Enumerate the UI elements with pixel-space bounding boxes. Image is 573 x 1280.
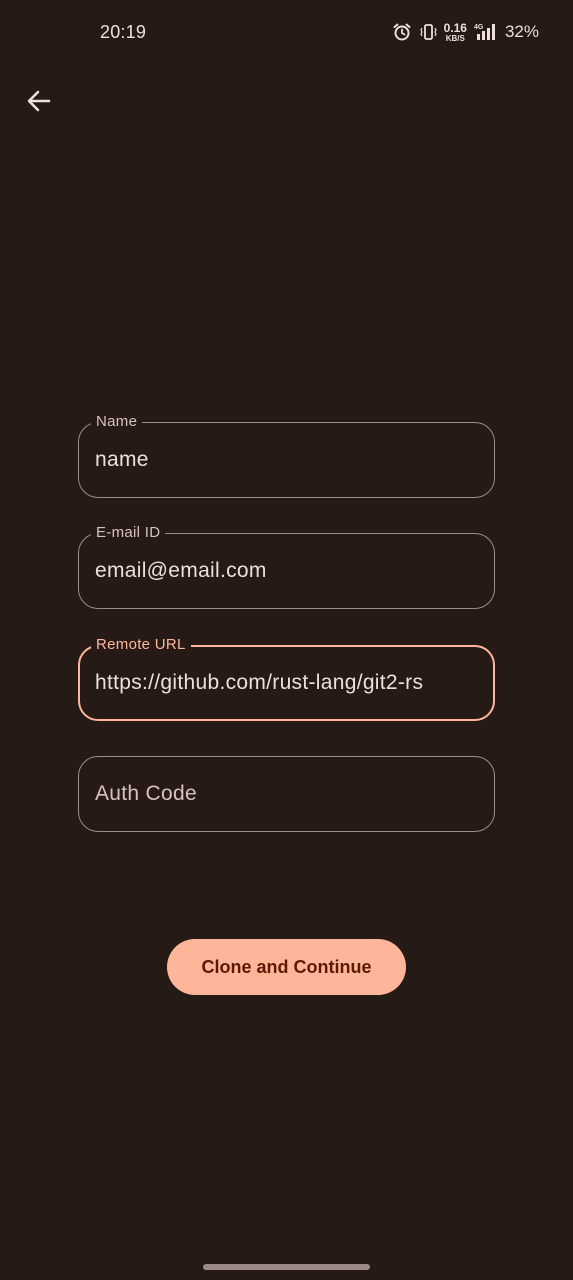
- name-field-value[interactable]: name: [95, 423, 480, 497]
- alarm-icon: [392, 22, 412, 42]
- net-speed: 0.16 KB/S: [444, 22, 467, 43]
- auth-code-field[interactable]: Auth Code: [78, 756, 495, 832]
- name-field[interactable]: Name name: [78, 412, 495, 498]
- net-speed-value: 0.16: [443, 20, 467, 35]
- svg-text:4G: 4G: [474, 24, 484, 31]
- net-speed-unit: KB/S: [445, 33, 465, 43]
- status-icons: 0.16 KB/S 4G 32%: [392, 20, 539, 44]
- remote-url-field[interactable]: Remote URL https://github.com/rust-lang/…: [78, 635, 495, 721]
- signal-icon: 4G: [473, 22, 499, 42]
- email-field-value[interactable]: email@email.com: [95, 534, 480, 608]
- battery-percentage: 32%: [504, 22, 539, 41]
- status-bar: 20:19 0.16 KB/S 4G 32%: [0, 0, 573, 64]
- status-time: 20:19: [100, 22, 147, 42]
- home-indicator[interactable]: [203, 1264, 370, 1270]
- back-button[interactable]: [18, 82, 60, 124]
- email-field[interactable]: E-mail ID email@email.com: [78, 523, 495, 609]
- remote-url-field-value[interactable]: https://github.com/rust-lang/git2-rs: [95, 647, 479, 719]
- arrow-back-icon: [26, 88, 52, 119]
- auth-code-placeholder[interactable]: Auth Code: [95, 757, 480, 831]
- clone-and-continue-button[interactable]: Clone and Continue: [167, 939, 406, 995]
- vibrate-icon: [418, 22, 438, 42]
